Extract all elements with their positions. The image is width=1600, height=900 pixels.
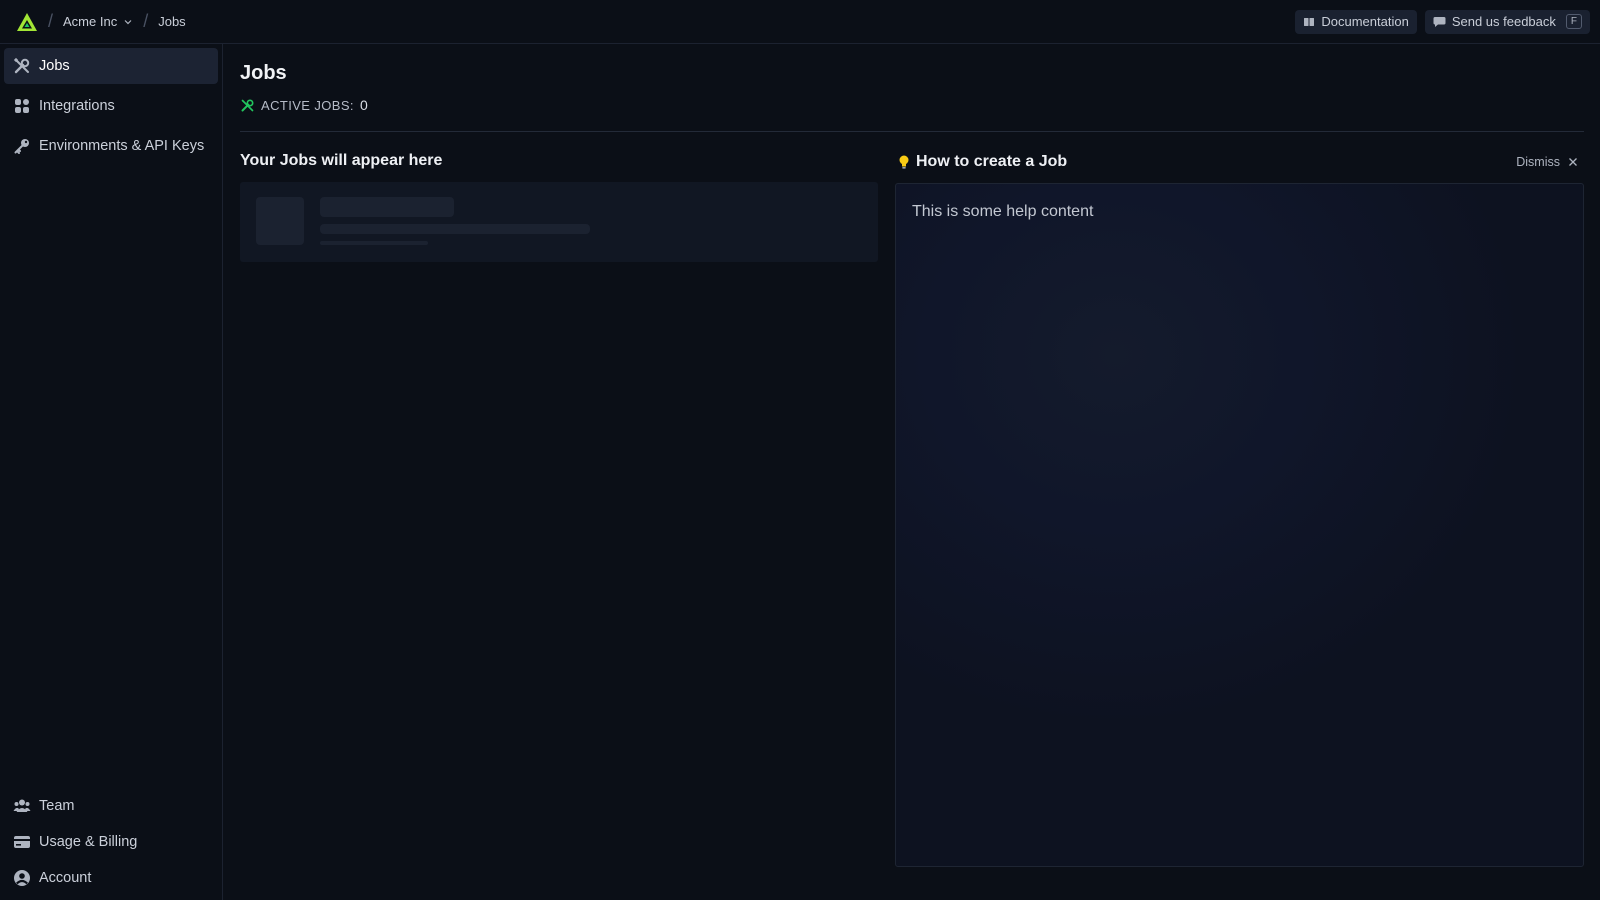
active-jobs-counter: ACTIVE JOBS: 0 (240, 97, 368, 113)
credit-card-icon (14, 836, 30, 848)
sidebar-item-jobs[interactable]: Jobs (4, 48, 218, 84)
grid-icon (15, 99, 29, 113)
app-logo-icon[interactable] (16, 11, 38, 33)
sidebar-item-label: Jobs (39, 58, 70, 74)
breadcrumb-page-label: Jobs (158, 14, 186, 29)
documentation-label: Documentation (1321, 14, 1409, 29)
send-feedback-button[interactable]: Send us feedback F (1424, 9, 1590, 34)
users-icon (13, 799, 31, 812)
documentation-button[interactable]: Documentation (1295, 9, 1417, 34)
book-icon (1304, 17, 1315, 26)
main-content: Jobs ACTIVE JOBS: 0 Your Jobs will appea… (224, 44, 1600, 900)
feedback-label: Send us feedback (1451, 14, 1556, 29)
dismiss-button[interactable]: Dismiss (1516, 155, 1584, 169)
active-jobs-label: ACTIVE JOBS: (261, 97, 354, 113)
sidebar-item-environments-api-keys[interactable]: Environments & API Keys (4, 128, 218, 164)
job-placeholder-card (240, 182, 878, 262)
chevron-down-icon (124, 19, 132, 24)
wrench-screwdriver-icon (241, 98, 254, 111)
chat-bubble-icon (1433, 16, 1446, 27)
sidebar-item-label: Team (39, 798, 75, 814)
sidebar-item-label: Integrations (39, 98, 115, 114)
org-name: Acme Inc (63, 14, 118, 29)
sidebar-item-team[interactable]: Team (4, 788, 218, 824)
sidebar: Jobs Integrations Environments & API Key… (0, 44, 223, 900)
help-title: How to create a Job (916, 153, 1068, 170)
key-icon (14, 139, 29, 154)
skeleton-avatar (256, 197, 304, 245)
top-bar: / Acme Inc / Jobs Documentation Send us … (0, 0, 1600, 44)
user-circle-icon (14, 870, 30, 886)
org-switcher[interactable]: Acme Inc (63, 14, 133, 29)
sidebar-item-usage-billing[interactable]: Usage & Billing (4, 824, 218, 860)
help-content: This is some help content (912, 203, 1094, 220)
jobs-section-title: Your Jobs will appear here (240, 152, 443, 169)
breadcrumb-separator: / (48, 11, 54, 31)
feedback-shortcut-key: F (1565, 14, 1582, 29)
page-title: Jobs (240, 62, 287, 84)
help-header: How to create a Job Dismiss (896, 150, 1584, 174)
skeleton-line (320, 241, 428, 245)
dismiss-label: Dismiss (1516, 155, 1560, 169)
skeleton-line (320, 197, 454, 217)
active-jobs-count: 0 (359, 97, 369, 113)
breadcrumb-current-page[interactable]: Jobs (158, 14, 185, 29)
help-panel: This is some help content (895, 183, 1584, 867)
lightbulb-icon (899, 155, 909, 169)
sidebar-item-label: Environments & API Keys (39, 138, 205, 154)
wrench-screwdriver-icon (13, 57, 30, 74)
sidebar-item-integrations[interactable]: Integrations (4, 88, 218, 124)
skeleton-line (320, 224, 590, 234)
header-divider (240, 131, 1584, 132)
close-icon (1569, 158, 1577, 166)
sidebar-item-account[interactable]: Account (4, 860, 218, 896)
sidebar-item-label: Usage & Billing (39, 834, 138, 850)
sidebar-item-label: Account (39, 870, 92, 886)
breadcrumb-separator: / (143, 11, 149, 31)
